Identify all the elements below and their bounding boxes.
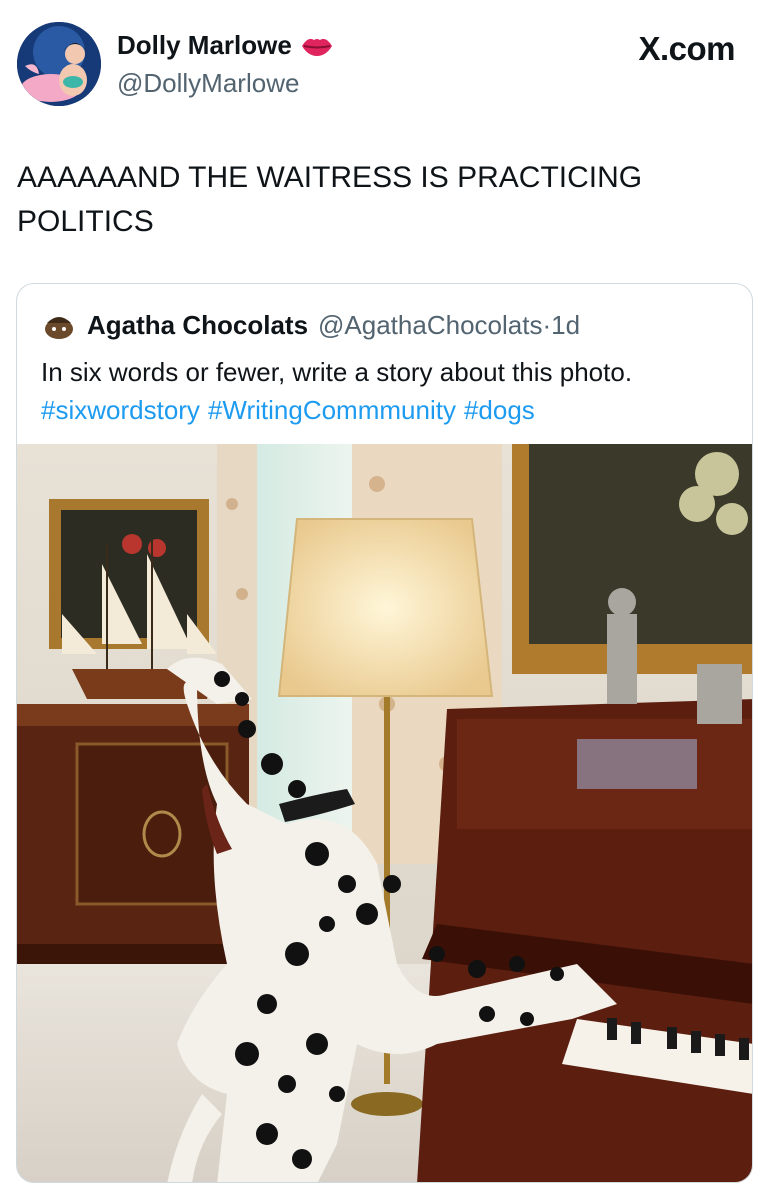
hashtag-link[interactable]: #sixwordstory xyxy=(41,395,200,425)
lips-kiss-icon xyxy=(301,38,332,56)
site-label: X.com xyxy=(638,30,735,67)
quoted-tweet-header: Agatha Chocolats @AgathaChocolats·1d xyxy=(41,309,580,341)
author-handle[interactable]: @DollyMarlowe xyxy=(117,68,299,99)
quoted-time[interactable]: 1d xyxy=(551,310,580,340)
tweet-header: Dolly Marlowe @DollyMarlowe X.com xyxy=(0,0,771,120)
author-avatar[interactable] xyxy=(17,22,101,106)
quoted-handle-text[interactable]: @AgathaChocolats xyxy=(318,310,542,340)
author-name-text: Dolly Marlowe xyxy=(117,30,292,60)
quoted-author-avatar[interactable] xyxy=(41,309,77,341)
author-display-name[interactable]: Dolly Marlowe xyxy=(117,30,334,61)
quoted-tweet-text: In six words or fewer, write a story abo… xyxy=(41,357,633,387)
separator-dot: · xyxy=(542,309,552,340)
dalmatian-playing-piano-photo[interactable] xyxy=(17,444,753,1183)
quoted-author-name[interactable]: Agatha Chocolats xyxy=(87,310,308,341)
hashtag-link[interactable]: #dogs xyxy=(464,395,535,425)
quoted-author-handle: @AgathaChocolats·1d xyxy=(318,310,580,341)
hashtag-list: #sixwordstory #WritingCommmunity #dogs xyxy=(41,392,543,428)
quoted-tweet-card[interactable]: Agatha Chocolats @AgathaChocolats·1d In … xyxy=(16,283,753,1183)
hashtag-link[interactable]: #WritingCommmunity xyxy=(208,395,456,425)
tweet-text: AAAAAAND THE WAITRESS IS PRACTICING POLI… xyxy=(17,161,643,238)
